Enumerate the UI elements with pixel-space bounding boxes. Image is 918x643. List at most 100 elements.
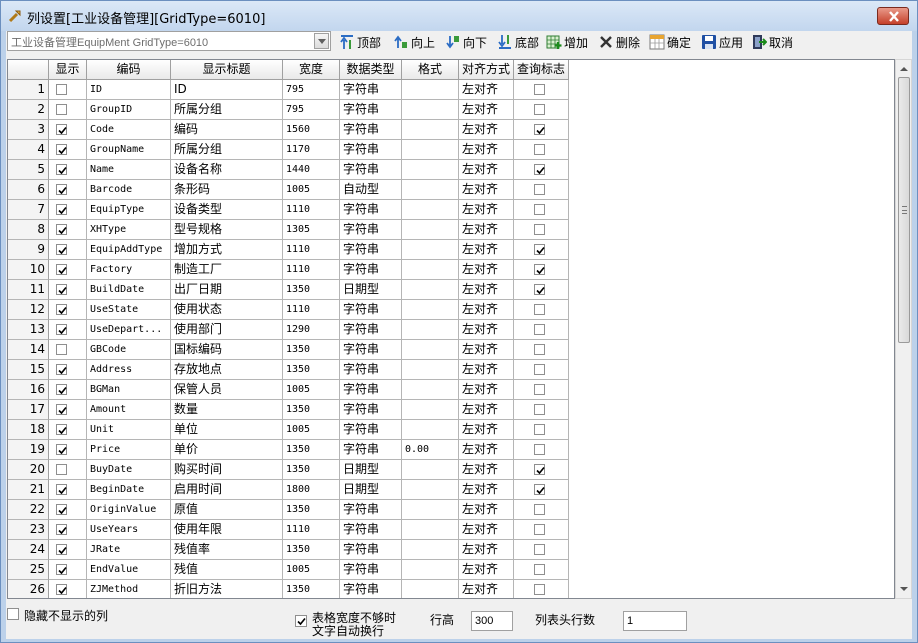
query-checkbox[interactable] bbox=[534, 364, 545, 375]
align-cell[interactable]: 左对齐 bbox=[459, 220, 514, 240]
align-cell[interactable]: 左对齐 bbox=[459, 520, 514, 540]
fmt-cell[interactable] bbox=[402, 480, 459, 500]
query-checkbox[interactable] bbox=[534, 384, 545, 395]
query-checkbox[interactable] bbox=[534, 184, 545, 195]
code-cell[interactable]: Price bbox=[87, 440, 171, 460]
query-checkbox[interactable] bbox=[534, 284, 545, 295]
table-row[interactable]: 12 UseState 使用状态 1110 字符串 左对齐 bbox=[8, 300, 569, 320]
table-row[interactable]: 21 BeginDate 启用时间 1800 日期型 左对齐 bbox=[8, 480, 569, 500]
width-cell[interactable]: 1350 bbox=[283, 360, 340, 380]
column-header[interactable]: 格式 bbox=[402, 60, 459, 80]
type-cell[interactable]: 字符串 bbox=[340, 160, 402, 180]
table-row[interactable]: 10 Factory 制造工厂 1110 字符串 左对齐 bbox=[8, 260, 569, 280]
width-cell[interactable]: 1350 bbox=[283, 500, 340, 520]
type-cell[interactable]: 字符串 bbox=[340, 100, 402, 120]
type-cell[interactable]: 字符串 bbox=[340, 80, 402, 100]
hide-columns-checkbox[interactable] bbox=[7, 608, 19, 620]
title-cell[interactable]: 残值率 bbox=[171, 540, 283, 560]
fmt-cell[interactable] bbox=[402, 140, 459, 160]
fmt-cell[interactable] bbox=[402, 160, 459, 180]
title-bar[interactable]: 列设置[工业设备管理][GridType=6010] bbox=[1, 1, 917, 31]
align-cell[interactable]: 左对齐 bbox=[459, 360, 514, 380]
fmt-cell[interactable] bbox=[402, 200, 459, 220]
code-cell[interactable]: Amount bbox=[87, 400, 171, 420]
table-row[interactable]: 18 Unit 单位 1005 字符串 左对齐 bbox=[8, 420, 569, 440]
align-cell[interactable]: 左对齐 bbox=[459, 80, 514, 100]
column-header[interactable]: 宽度 bbox=[283, 60, 340, 80]
code-cell[interactable]: GroupID bbox=[87, 100, 171, 120]
title-cell[interactable]: 设备类型 bbox=[171, 200, 283, 220]
type-cell[interactable]: 字符串 bbox=[340, 560, 402, 580]
header-rows-input[interactable]: 1 bbox=[623, 611, 687, 631]
title-cell[interactable]: 所属分组 bbox=[171, 100, 283, 120]
table-row[interactable]: 24 JRate 残值率 1350 字符串 左对齐 bbox=[8, 540, 569, 560]
table-row[interactable]: 20 BuyDate 购买时间 1350 日期型 左对齐 bbox=[8, 460, 569, 480]
align-cell[interactable]: 左对齐 bbox=[459, 320, 514, 340]
width-cell[interactable]: 795 bbox=[283, 80, 340, 100]
width-cell[interactable]: 1350 bbox=[283, 440, 340, 460]
width-cell[interactable]: 1350 bbox=[283, 340, 340, 360]
align-cell[interactable]: 左对齐 bbox=[459, 580, 514, 598]
align-cell[interactable]: 左对齐 bbox=[459, 200, 514, 220]
show-checkbox[interactable] bbox=[56, 284, 67, 295]
show-checkbox[interactable] bbox=[56, 584, 67, 595]
title-cell[interactable]: 国标编码 bbox=[171, 340, 283, 360]
code-cell[interactable]: EquipAddType bbox=[87, 240, 171, 260]
code-cell[interactable]: EquipType bbox=[87, 200, 171, 220]
width-cell[interactable]: 1560 bbox=[283, 120, 340, 140]
type-cell[interactable]: 字符串 bbox=[340, 380, 402, 400]
align-cell[interactable]: 左对齐 bbox=[459, 380, 514, 400]
grid-type-select[interactable]: 工业设备管理EquipMent GridType=6010 bbox=[7, 31, 331, 51]
scroll-down-icon[interactable] bbox=[899, 584, 909, 594]
type-cell[interactable]: 日期型 bbox=[340, 460, 402, 480]
width-cell[interactable]: 1800 bbox=[283, 480, 340, 500]
fmt-cell[interactable] bbox=[402, 420, 459, 440]
title-cell[interactable]: 启用时间 bbox=[171, 480, 283, 500]
title-cell[interactable]: 单价 bbox=[171, 440, 283, 460]
fmt-cell[interactable] bbox=[402, 340, 459, 360]
show-checkbox[interactable] bbox=[56, 444, 67, 455]
fmt-cell[interactable] bbox=[402, 220, 459, 240]
table-row[interactable]: 13 UseDepart... 使用部门 1290 字符串 左对齐 bbox=[8, 320, 569, 340]
query-checkbox[interactable] bbox=[534, 204, 545, 215]
code-cell[interactable]: Address bbox=[87, 360, 171, 380]
width-cell[interactable]: 1110 bbox=[283, 520, 340, 540]
width-cell[interactable]: 1350 bbox=[283, 400, 340, 420]
show-checkbox[interactable] bbox=[56, 344, 67, 355]
width-cell[interactable]: 1005 bbox=[283, 180, 340, 200]
show-checkbox[interactable] bbox=[56, 564, 67, 575]
width-cell[interactable]: 1350 bbox=[283, 460, 340, 480]
fmt-cell[interactable] bbox=[402, 500, 459, 520]
fmt-cell[interactable] bbox=[402, 120, 459, 140]
query-checkbox[interactable] bbox=[534, 484, 545, 495]
code-cell[interactable]: Factory bbox=[87, 260, 171, 280]
fmt-cell[interactable] bbox=[402, 80, 459, 100]
title-cell[interactable]: ID bbox=[171, 80, 283, 100]
align-cell[interactable]: 左对齐 bbox=[459, 120, 514, 140]
table-row[interactable]: 8 XHType 型号规格 1305 字符串 左对齐 bbox=[8, 220, 569, 240]
table-row[interactable]: 25 EndValue 残值 1005 字符串 左对齐 bbox=[8, 560, 569, 580]
query-checkbox[interactable] bbox=[534, 224, 545, 235]
query-checkbox[interactable] bbox=[534, 104, 545, 115]
query-checkbox[interactable] bbox=[534, 244, 545, 255]
title-cell[interactable]: 使用状态 bbox=[171, 300, 283, 320]
align-cell[interactable]: 左对齐 bbox=[459, 540, 514, 560]
show-checkbox[interactable] bbox=[56, 124, 67, 135]
width-cell[interactable]: 1170 bbox=[283, 140, 340, 160]
width-cell[interactable]: 1440 bbox=[283, 160, 340, 180]
query-checkbox[interactable] bbox=[534, 164, 545, 175]
code-cell[interactable]: BuildDate bbox=[87, 280, 171, 300]
show-checkbox[interactable] bbox=[56, 364, 67, 375]
show-checkbox[interactable] bbox=[56, 104, 67, 115]
column-header[interactable]: 查询标志 bbox=[514, 60, 569, 80]
width-cell[interactable]: 1350 bbox=[283, 280, 340, 300]
show-checkbox[interactable] bbox=[56, 84, 67, 95]
cancel-button[interactable]: 取消 bbox=[751, 32, 793, 52]
fmt-cell[interactable] bbox=[402, 100, 459, 120]
code-cell[interactable]: BuyDate bbox=[87, 460, 171, 480]
query-checkbox[interactable] bbox=[534, 84, 545, 95]
fmt-cell[interactable] bbox=[402, 280, 459, 300]
type-cell[interactable]: 字符串 bbox=[340, 340, 402, 360]
align-cell[interactable]: 左对齐 bbox=[459, 420, 514, 440]
table-row[interactable]: 9 EquipAddType 增加方式 1110 字符串 左对齐 bbox=[8, 240, 569, 260]
